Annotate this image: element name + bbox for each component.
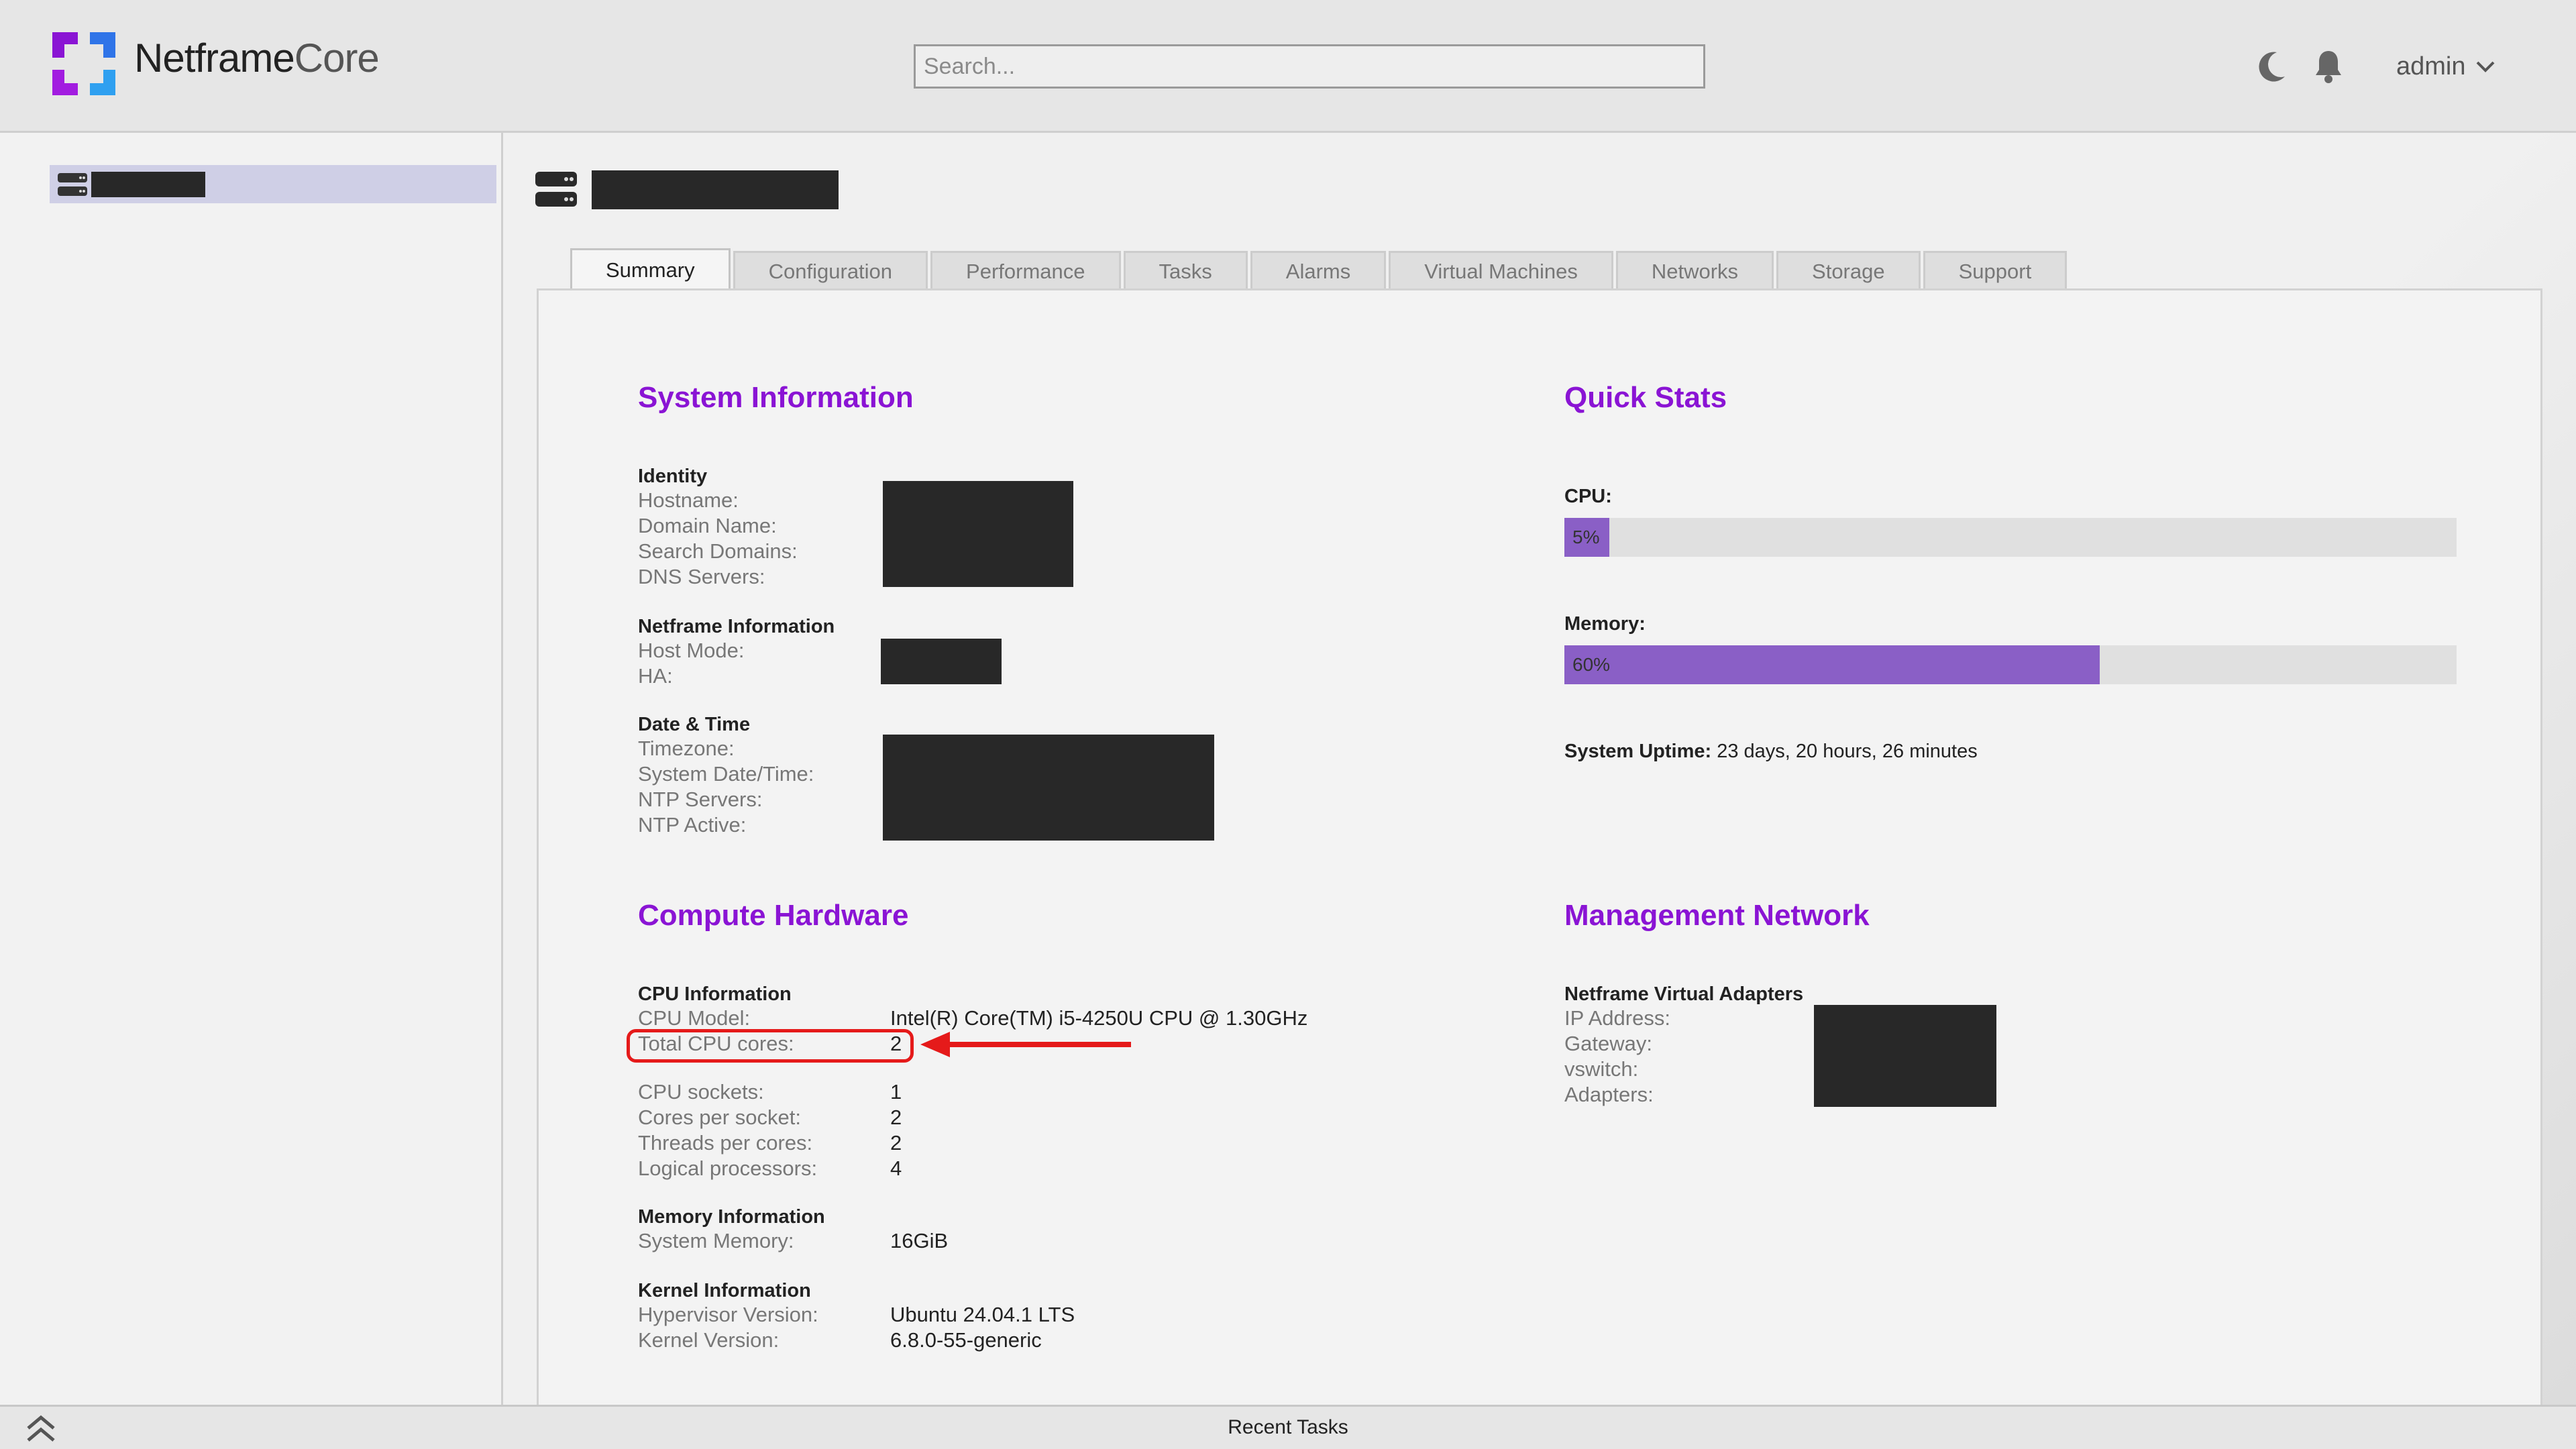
uptime-label: System Uptime: (1564, 741, 1712, 762)
cpu-stat-label: CPU: (1564, 486, 1612, 507)
server-icon (535, 172, 577, 207)
cpu-usage-fill: 5% (1564, 518, 1609, 557)
cpu-information-title: CPU Information (638, 983, 792, 1005)
annotation-arrow-icon (920, 1032, 1131, 1057)
hypervisor-version-label: Hypervisor Version: (638, 1303, 818, 1326)
system-uptime: System Uptime: 23 days, 20 hours, 26 min… (1564, 741, 1978, 763)
kernel-version-label: Kernel Version: (638, 1328, 780, 1352)
summary-panel (537, 288, 2542, 1405)
ntp-active-label: NTP Active: (638, 813, 747, 837)
search-input[interactable] (914, 44, 1705, 89)
management-network-title: Management Network (1564, 899, 1870, 932)
memory-stat-label: Memory: (1564, 613, 1646, 635)
netframe-logo-icon[interactable] (52, 32, 115, 95)
kernel-version-value: 6.8.0-55-generic (890, 1328, 1042, 1352)
adapters-label: Adapters: (1564, 1083, 1654, 1106)
memory-usage-fill: 60% (1564, 645, 2100, 684)
logical-processors-value: 4 (890, 1157, 902, 1180)
ip-address-label: IP Address: (1564, 1006, 1670, 1030)
cores-per-socket-label: Cores per socket: (638, 1106, 801, 1129)
tab-summary[interactable]: Summary (570, 248, 731, 290)
tab-alarms[interactable]: Alarms (1250, 251, 1387, 290)
cpu-model-value: Intel(R) Core(TM) i5-4250U CPU @ 1.30GHz (890, 1006, 1308, 1030)
system-memory-value: 16GiB (890, 1229, 949, 1252)
cpu-model-label: CPU Model: (638, 1006, 751, 1030)
tab-storage[interactable]: Storage (1776, 251, 1921, 290)
dns-servers-label: DNS Servers: (638, 565, 765, 588)
sidebar-item-host[interactable] (50, 165, 496, 203)
netframe-information-title: Netframe Information (638, 616, 835, 637)
date-time-title: Date & Time (638, 714, 751, 735)
tab-networks[interactable]: Networks (1615, 251, 1774, 290)
hypervisor-version-value: Ubuntu 24.04.1 LTS (890, 1303, 1075, 1326)
vswitch-label: vswitch: (1564, 1057, 1639, 1081)
brand-name: NetframeCore (134, 36, 380, 80)
memory-usage-bar: 60% (1564, 645, 2457, 684)
system-information-title: System Information (638, 381, 914, 414)
highlight-annotation-box (627, 1029, 914, 1063)
moon-icon[interactable] (2255, 48, 2289, 85)
system-date-time-label: System Date/Time: (638, 762, 814, 786)
redacted-network-values (1814, 1005, 1996, 1107)
tab-tasks[interactable]: Tasks (1123, 251, 1248, 290)
kernel-information-title: Kernel Information (638, 1280, 811, 1301)
timezone-label: Timezone: (638, 737, 735, 760)
sidebar (0, 133, 503, 1405)
redacted-netframe-values (881, 639, 1002, 684)
chevron-down-icon (2476, 61, 2494, 72)
user-menu[interactable]: admin (2396, 52, 2496, 81)
redacted-datetime-values (883, 735, 1214, 841)
compute-hardware-title: Compute Hardware (638, 899, 909, 932)
tab-virtual-machines[interactable]: Virtual Machines (1389, 251, 1613, 290)
ntp-servers-label: NTP Servers: (638, 788, 763, 811)
username-label: admin (2396, 52, 2466, 80)
recent-tasks-bar[interactable]: Recent Tasks (0, 1405, 2576, 1449)
host-mode-label: Host Mode: (638, 639, 745, 662)
cpu-sockets-label: CPU sockets: (638, 1080, 764, 1104)
recent-tasks-label: Recent Tasks (1228, 1416, 1348, 1438)
quick-stats-title: Quick Stats (1564, 381, 1727, 414)
identity-title: Identity (638, 466, 708, 487)
system-memory-label: System Memory: (638, 1229, 794, 1252)
virtual-adapters-title: Netframe Virtual Adapters (1564, 983, 1804, 1005)
gateway-label: Gateway: (1564, 1032, 1652, 1055)
tab-configuration[interactable]: Configuration (733, 251, 928, 290)
cpu-sockets-value: 1 (890, 1080, 902, 1104)
cpu-usage-bar: 5% (1564, 518, 2457, 557)
redacted-hostname (91, 171, 205, 197)
page-title-redacted (592, 170, 839, 209)
server-icon (58, 172, 87, 196)
tab-bar: Summary Configuration Performance Tasks … (570, 248, 2070, 290)
redacted-identity-values (883, 481, 1073, 587)
uptime-value: 23 days, 20 hours, 26 minutes (1717, 741, 1978, 762)
domain-name-label: Domain Name: (638, 514, 777, 537)
ha-label: HA: (638, 664, 673, 688)
bell-icon[interactable] (2312, 48, 2345, 85)
logical-processors-label: Logical processors: (638, 1157, 818, 1180)
search-domains-label: Search Domains: (638, 539, 798, 563)
tab-performance[interactable]: Performance (930, 251, 1121, 290)
cores-per-socket-value: 2 (890, 1106, 902, 1129)
hostname-label: Hostname: (638, 488, 739, 512)
tab-support[interactable]: Support (1923, 251, 2068, 290)
memory-information-title: Memory Information (638, 1206, 825, 1228)
threads-per-core-label: Threads per cores: (638, 1131, 813, 1155)
threads-per-core-value: 2 (890, 1131, 902, 1155)
top-header: NetframeCore admin (0, 0, 2576, 133)
